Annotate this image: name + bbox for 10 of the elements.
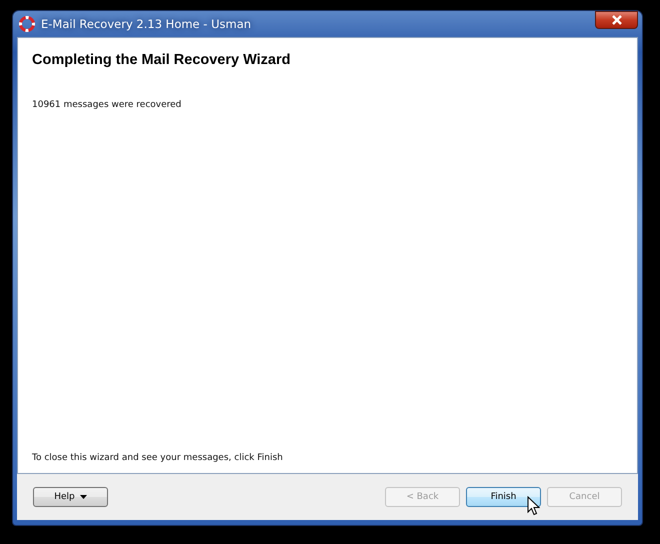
window-title: E-Mail Recovery 2.13 Home - Usman [41, 17, 252, 31]
caret-icon [80, 495, 87, 499]
mouse-pointer-icon [527, 496, 540, 516]
recovery-message: 10961 messages were recovered [32, 100, 182, 110]
wizard-heading: Completing the Mail Recovery Wizard [32, 52, 292, 68]
close-icon [610, 15, 622, 25]
lifebuoy-icon [19, 16, 35, 32]
instruction-text: To close this wizard and see your messages, click Finish [32, 453, 284, 463]
help-menu-button[interactable]: Help [33, 487, 108, 507]
close-button[interactable] [595, 11, 638, 29]
